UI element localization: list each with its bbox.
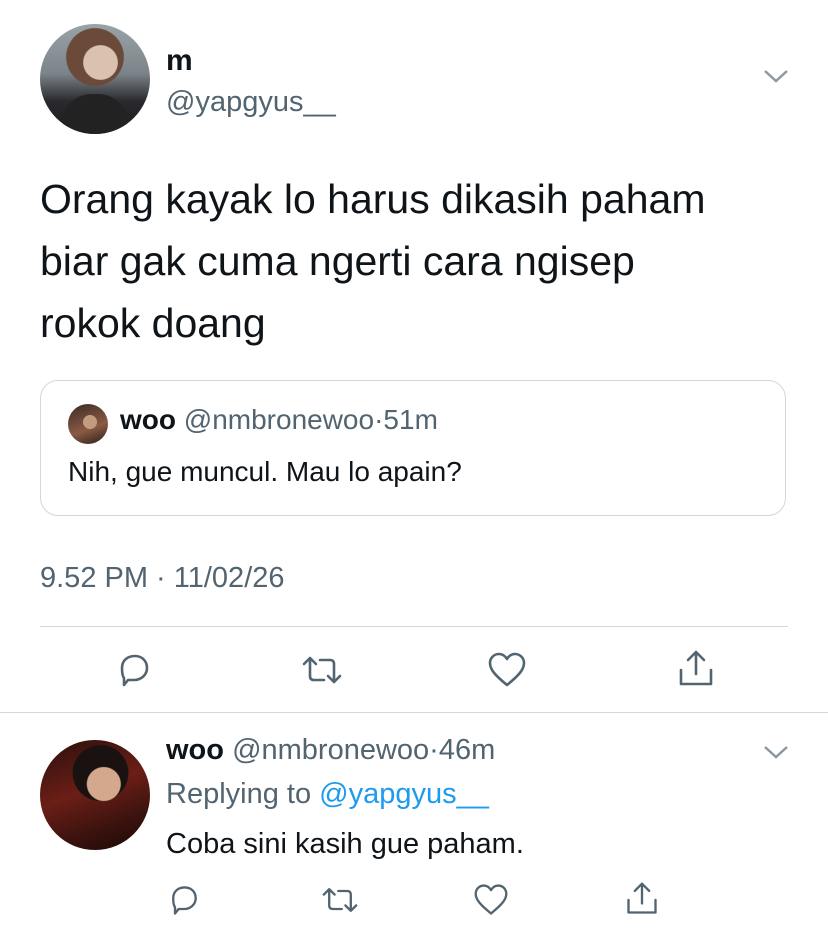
chevron-down-icon[interactable] [762, 66, 790, 86]
reply-header: woo @nmbronewoo·46m [166, 734, 495, 767]
divider [0, 712, 828, 713]
reply-author-name[interactable]: woo [166, 734, 224, 766]
tweet-text-line: rokok doang [40, 300, 266, 346]
tweet-text: Orang kayak lo harus dikasih paham biar … [40, 168, 780, 354]
quoted-tweet-card[interactable] [40, 380, 786, 516]
share-icon[interactable] [676, 648, 716, 695]
separator-dot: · [429, 734, 439, 766]
quoted-author-handle: @nmbronewoo [183, 404, 375, 435]
divider [40, 626, 788, 627]
retweet-icon[interactable] [320, 882, 360, 923]
reply-icon[interactable] [166, 882, 202, 923]
author-handle[interactable]: @yapgyus__ [166, 86, 336, 119]
reply-author-handle[interactable]: @nmbronewoo [232, 734, 429, 766]
quoted-author-name: woo [120, 404, 176, 435]
quoted-tweet-header: woo @nmbronewoo·51m [120, 404, 438, 436]
quoted-tweet-time: 51m [383, 404, 438, 435]
tweet-text-line: Orang kayak lo harus dikasih paham [40, 176, 706, 222]
replying-to-label: Replying to [166, 778, 320, 810]
reply-time: 46m [438, 734, 496, 766]
tweet-text-line: biar gak cuma ngerti cara ngisep [40, 238, 635, 284]
author-name[interactable]: m [166, 44, 193, 78]
quoted-tweet-text: Nih, gue muncul. Mau lo apain? [68, 456, 462, 487]
author-avatar[interactable] [40, 24, 150, 134]
like-icon[interactable] [486, 650, 528, 695]
like-icon[interactable] [472, 882, 510, 923]
reply-text: Coba sini kasih gue paham. [166, 828, 524, 860]
quoted-author-avatar [68, 404, 108, 444]
replying-to-handle[interactable]: @yapgyus__ [319, 778, 489, 810]
share-icon[interactable] [624, 880, 660, 923]
replying-to: Replying to @yapgyus__ [166, 778, 489, 811]
retweet-icon[interactable] [300, 650, 344, 695]
chevron-down-icon[interactable] [762, 742, 790, 762]
reply-icon[interactable] [114, 650, 154, 695]
tweet-timestamp[interactable]: 9.52 PM · 11/02/26 [40, 562, 285, 595]
reply-author-avatar[interactable] [40, 740, 150, 850]
